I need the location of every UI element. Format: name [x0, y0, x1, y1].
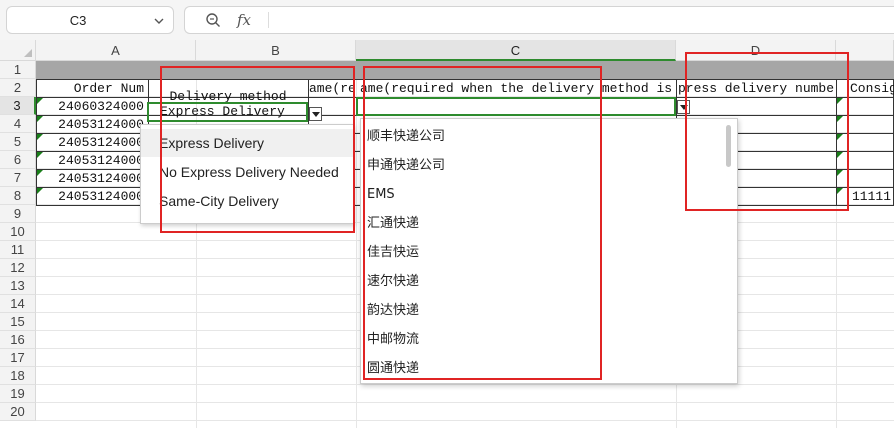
name-box-value: C3 — [69, 13, 87, 28]
error-indicator — [37, 170, 43, 176]
error-indicator — [837, 134, 843, 140]
cell-c3-selection[interactable] — [356, 97, 676, 116]
cell-a7[interactable]: 24053124000 — [37, 170, 147, 188]
error-indicator — [837, 98, 843, 104]
column-header-c[interactable]: C — [356, 40, 676, 61]
dropdown-option-express-delivery[interactable]: Express Delivery — [141, 129, 353, 157]
column-header-e[interactable] — [836, 40, 894, 61]
cell-a5[interactable]: 24053124000 — [37, 134, 147, 152]
row-header-1[interactable]: 1 — [0, 61, 36, 79]
dropdown-option-courier[interactable]: 韵达快递 — [367, 296, 419, 325]
cell-a2[interactable]: Order Num — [37, 80, 147, 98]
delivery-method-dropdown[interactable]: Express Delivery No Express Delivery Nee… — [140, 124, 354, 224]
cell-b2-overflow: ame(re — [309, 81, 356, 96]
row-header-3[interactable]: 3 — [0, 97, 36, 115]
dropdown-option-same-city[interactable]: Same-City Delivery — [141, 187, 353, 215]
row-header-8[interactable]: 8 — [0, 187, 36, 205]
row-header-10[interactable]: 10 — [0, 223, 36, 241]
grid-line — [36, 402, 894, 403]
dropdown-option-courier[interactable]: 顺丰快递公司 — [367, 122, 445, 151]
cell-a4[interactable]: 24053124000 — [37, 116, 147, 134]
dropdown-scrollbar[interactable] — [726, 125, 731, 167]
select-all-corner[interactable] — [0, 40, 36, 61]
error-indicator — [837, 152, 843, 158]
cell-e2[interactable]: Consig — [850, 80, 894, 98]
header-band — [36, 61, 894, 79]
error-indicator — [837, 170, 843, 176]
cell-d2[interactable]: press delivery numbe — [678, 80, 835, 98]
chevron-down-icon[interactable] — [153, 15, 165, 27]
error-indicator — [837, 188, 843, 194]
row-header-18[interactable]: 18 — [0, 367, 36, 385]
row-header-11[interactable]: 11 — [0, 241, 36, 259]
divider — [268, 12, 269, 28]
dropdown-option-courier[interactable]: 圆通快递 — [367, 354, 419, 383]
grid-line — [36, 384, 894, 385]
row-header-5[interactable]: 5 — [0, 133, 36, 151]
row-header-17[interactable]: 17 — [0, 349, 36, 367]
dropdown-option-no-express[interactable]: No Express Delivery Needed — [141, 158, 353, 186]
row-header-13[interactable]: 13 — [0, 277, 36, 295]
cell-a6[interactable]: 24053124000 — [37, 152, 147, 170]
row-header-4[interactable]: 4 — [0, 115, 36, 133]
dropdown-option-courier[interactable]: 佳吉快运 — [367, 238, 419, 267]
fx-icon[interactable]: fx — [237, 11, 251, 29]
row-header-16[interactable]: 16 — [0, 331, 36, 349]
row-header-19[interactable]: 19 — [0, 385, 36, 403]
name-box[interactable]: C3 — [6, 6, 174, 34]
column-header-a[interactable]: A — [36, 40, 196, 61]
row-header-2[interactable]: 2 — [0, 79, 36, 97]
cell-c3-dropdown-arrow[interactable] — [677, 100, 690, 114]
cell-a3[interactable]: 24060324000 — [37, 98, 147, 116]
courier-dropdown[interactable]: 顺丰快递公司 申通快递公司 EMS 汇通快递 佳吉快运 速尔快递 韵达快递 中邮… — [360, 118, 738, 384]
error-indicator — [37, 116, 43, 122]
row-header-12[interactable]: 12 — [0, 259, 36, 277]
error-indicator — [37, 152, 43, 158]
cell-b3-dropdown-arrow[interactable] — [309, 107, 322, 121]
error-indicator — [37, 188, 43, 194]
row-header-20[interactable]: 20 — [0, 403, 36, 421]
dropdown-option-courier[interactable]: 汇通快递 — [367, 209, 419, 238]
error-indicator — [37, 134, 43, 140]
cell-a8[interactable]: 24053124000 — [37, 188, 147, 206]
row-header-6[interactable]: 6 — [0, 151, 36, 169]
dropdown-option-courier[interactable]: 速尔快递 — [367, 267, 419, 296]
row-header-14[interactable]: 14 — [0, 295, 36, 313]
formula-input[interactable]: fx — [184, 6, 894, 34]
error-indicator — [837, 116, 843, 122]
cell-c2[interactable]: ame(required when the delivery method is — [360, 80, 674, 98]
dropdown-option-courier[interactable]: EMS — [367, 180, 395, 209]
zoom-icon[interactable] — [205, 12, 221, 28]
cell-e8[interactable]: 11111 — [852, 188, 894, 206]
column-header-b[interactable]: B — [196, 40, 356, 61]
row-header-15[interactable]: 15 — [0, 313, 36, 331]
dropdown-option-courier[interactable]: 申通快递公司 — [367, 151, 445, 180]
row-header-9[interactable]: 9 — [0, 205, 36, 223]
row-header-7[interactable]: 7 — [0, 169, 36, 187]
column-header-d[interactable]: D — [676, 40, 836, 61]
cell-b3[interactable]: Express Delivery — [160, 103, 300, 121]
dropdown-option-courier[interactable]: 中邮物流 — [367, 325, 419, 354]
grid-line — [36, 420, 894, 421]
formula-bar: C3 fx — [0, 0, 894, 40]
error-indicator — [37, 98, 43, 104]
